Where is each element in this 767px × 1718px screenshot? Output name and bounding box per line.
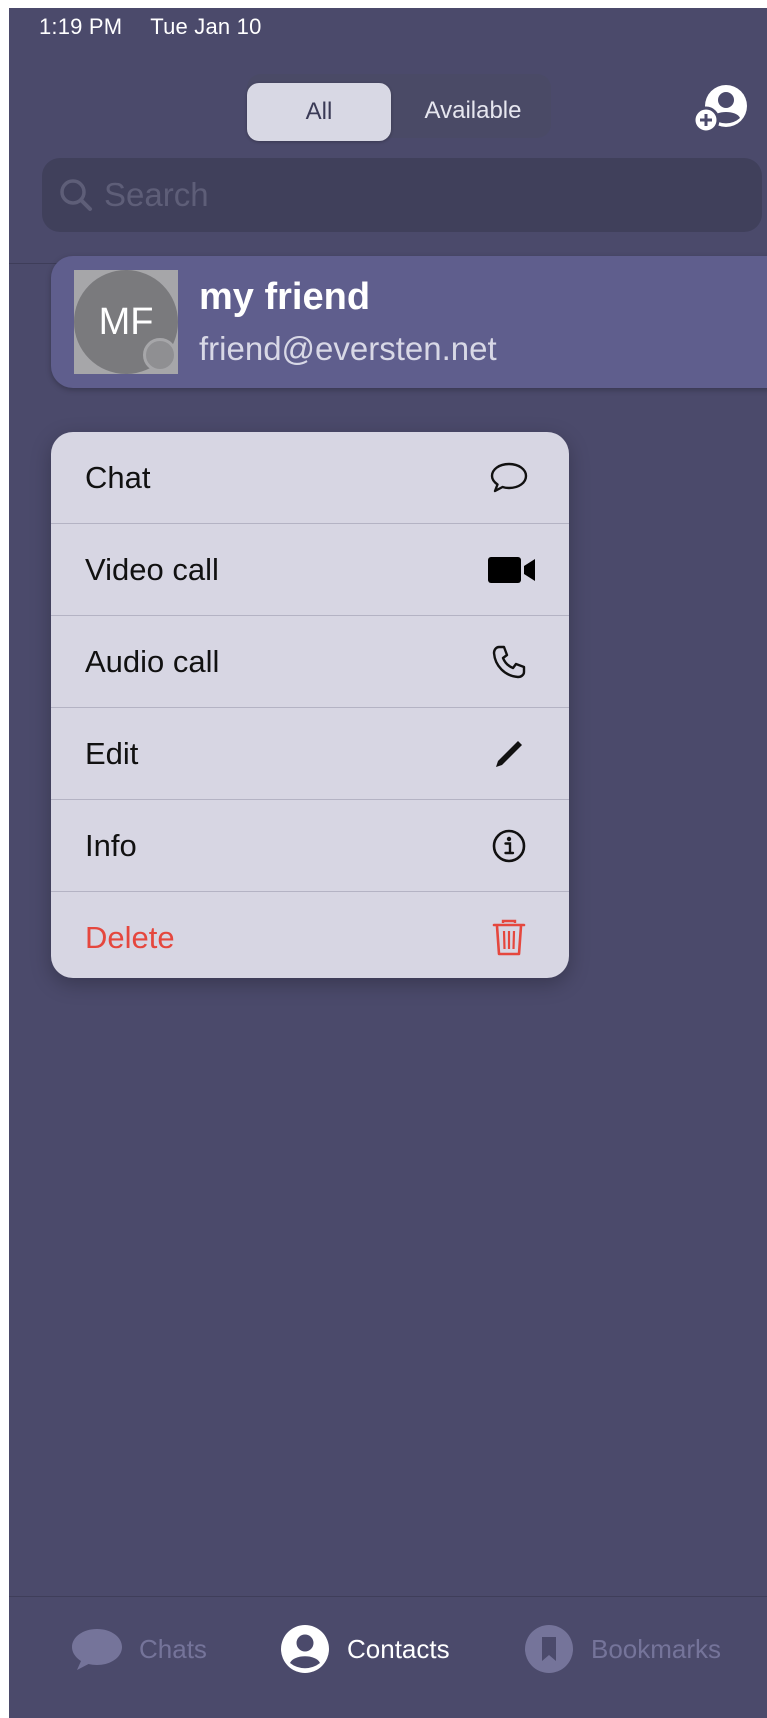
tab-label: Contacts — [347, 1633, 450, 1664]
search-icon — [60, 179, 92, 211]
chat-bubble-icon — [487, 456, 531, 500]
menu-item-info[interactable]: Info — [51, 800, 569, 892]
contact-context-menu: Chat Video call Audio call Edit Info Del… — [51, 432, 569, 978]
menu-item-label: Chat — [85, 459, 151, 495]
menu-item-chat[interactable]: Chat — [51, 432, 569, 524]
tab-bar: Chats Contacts Bookmarks — [9, 1596, 767, 1718]
menu-item-label: Delete — [85, 919, 175, 955]
menu-item-edit[interactable]: Edit — [51, 708, 569, 800]
filter-available-button[interactable]: Available — [395, 83, 551, 139]
video-camera-icon — [485, 548, 539, 592]
phone-icon — [487, 640, 531, 684]
status-date: Tue Jan 10 — [150, 14, 262, 39]
menu-item-audio-call[interactable]: Audio call — [51, 616, 569, 708]
trash-icon — [487, 916, 531, 960]
menu-item-label: Video call — [85, 551, 219, 587]
tab-chats[interactable]: Chats — [69, 1619, 207, 1679]
tab-label: Chats — [139, 1633, 207, 1664]
status-bar: 1:19 PM Tue Jan 10 — [39, 14, 284, 40]
contacts-screen: 1:19 PM Tue Jan 10 All Available Search … — [9, 8, 767, 1718]
contact-email: friend@eversten.net — [199, 330, 497, 367]
presence-indicator — [143, 338, 177, 372]
filter-segmented-control: All Available — [247, 74, 551, 141]
filter-all-button[interactable]: All — [247, 83, 391, 141]
search-placeholder: Search — [104, 176, 209, 213]
tab-bookmarks[interactable]: Bookmarks — [521, 1619, 721, 1679]
bookmark-icon — [525, 1625, 573, 1673]
menu-item-video-call[interactable]: Video call — [51, 524, 569, 616]
info-icon — [487, 824, 531, 868]
add-contact-icon[interactable] — [691, 80, 749, 138]
menu-item-label: Info — [85, 827, 137, 863]
menu-item-label: Audio call — [85, 643, 220, 679]
contact-row[interactable]: MF my friend friend@eversten.net — [51, 256, 767, 388]
tab-label: Bookmarks — [591, 1633, 722, 1664]
chat-bubble-icon — [72, 1629, 122, 1670]
status-time: 1:19 PM — [39, 14, 123, 39]
pencil-icon — [487, 732, 531, 776]
menu-item-delete[interactable]: Delete — [51, 892, 569, 978]
tab-contacts[interactable]: Contacts — [277, 1619, 450, 1679]
contact-name: my friend — [199, 276, 371, 318]
avatar: MF — [74, 270, 178, 374]
person-circle-icon — [281, 1625, 329, 1673]
menu-item-label: Edit — [85, 735, 139, 771]
search-field[interactable]: Search — [42, 158, 762, 232]
